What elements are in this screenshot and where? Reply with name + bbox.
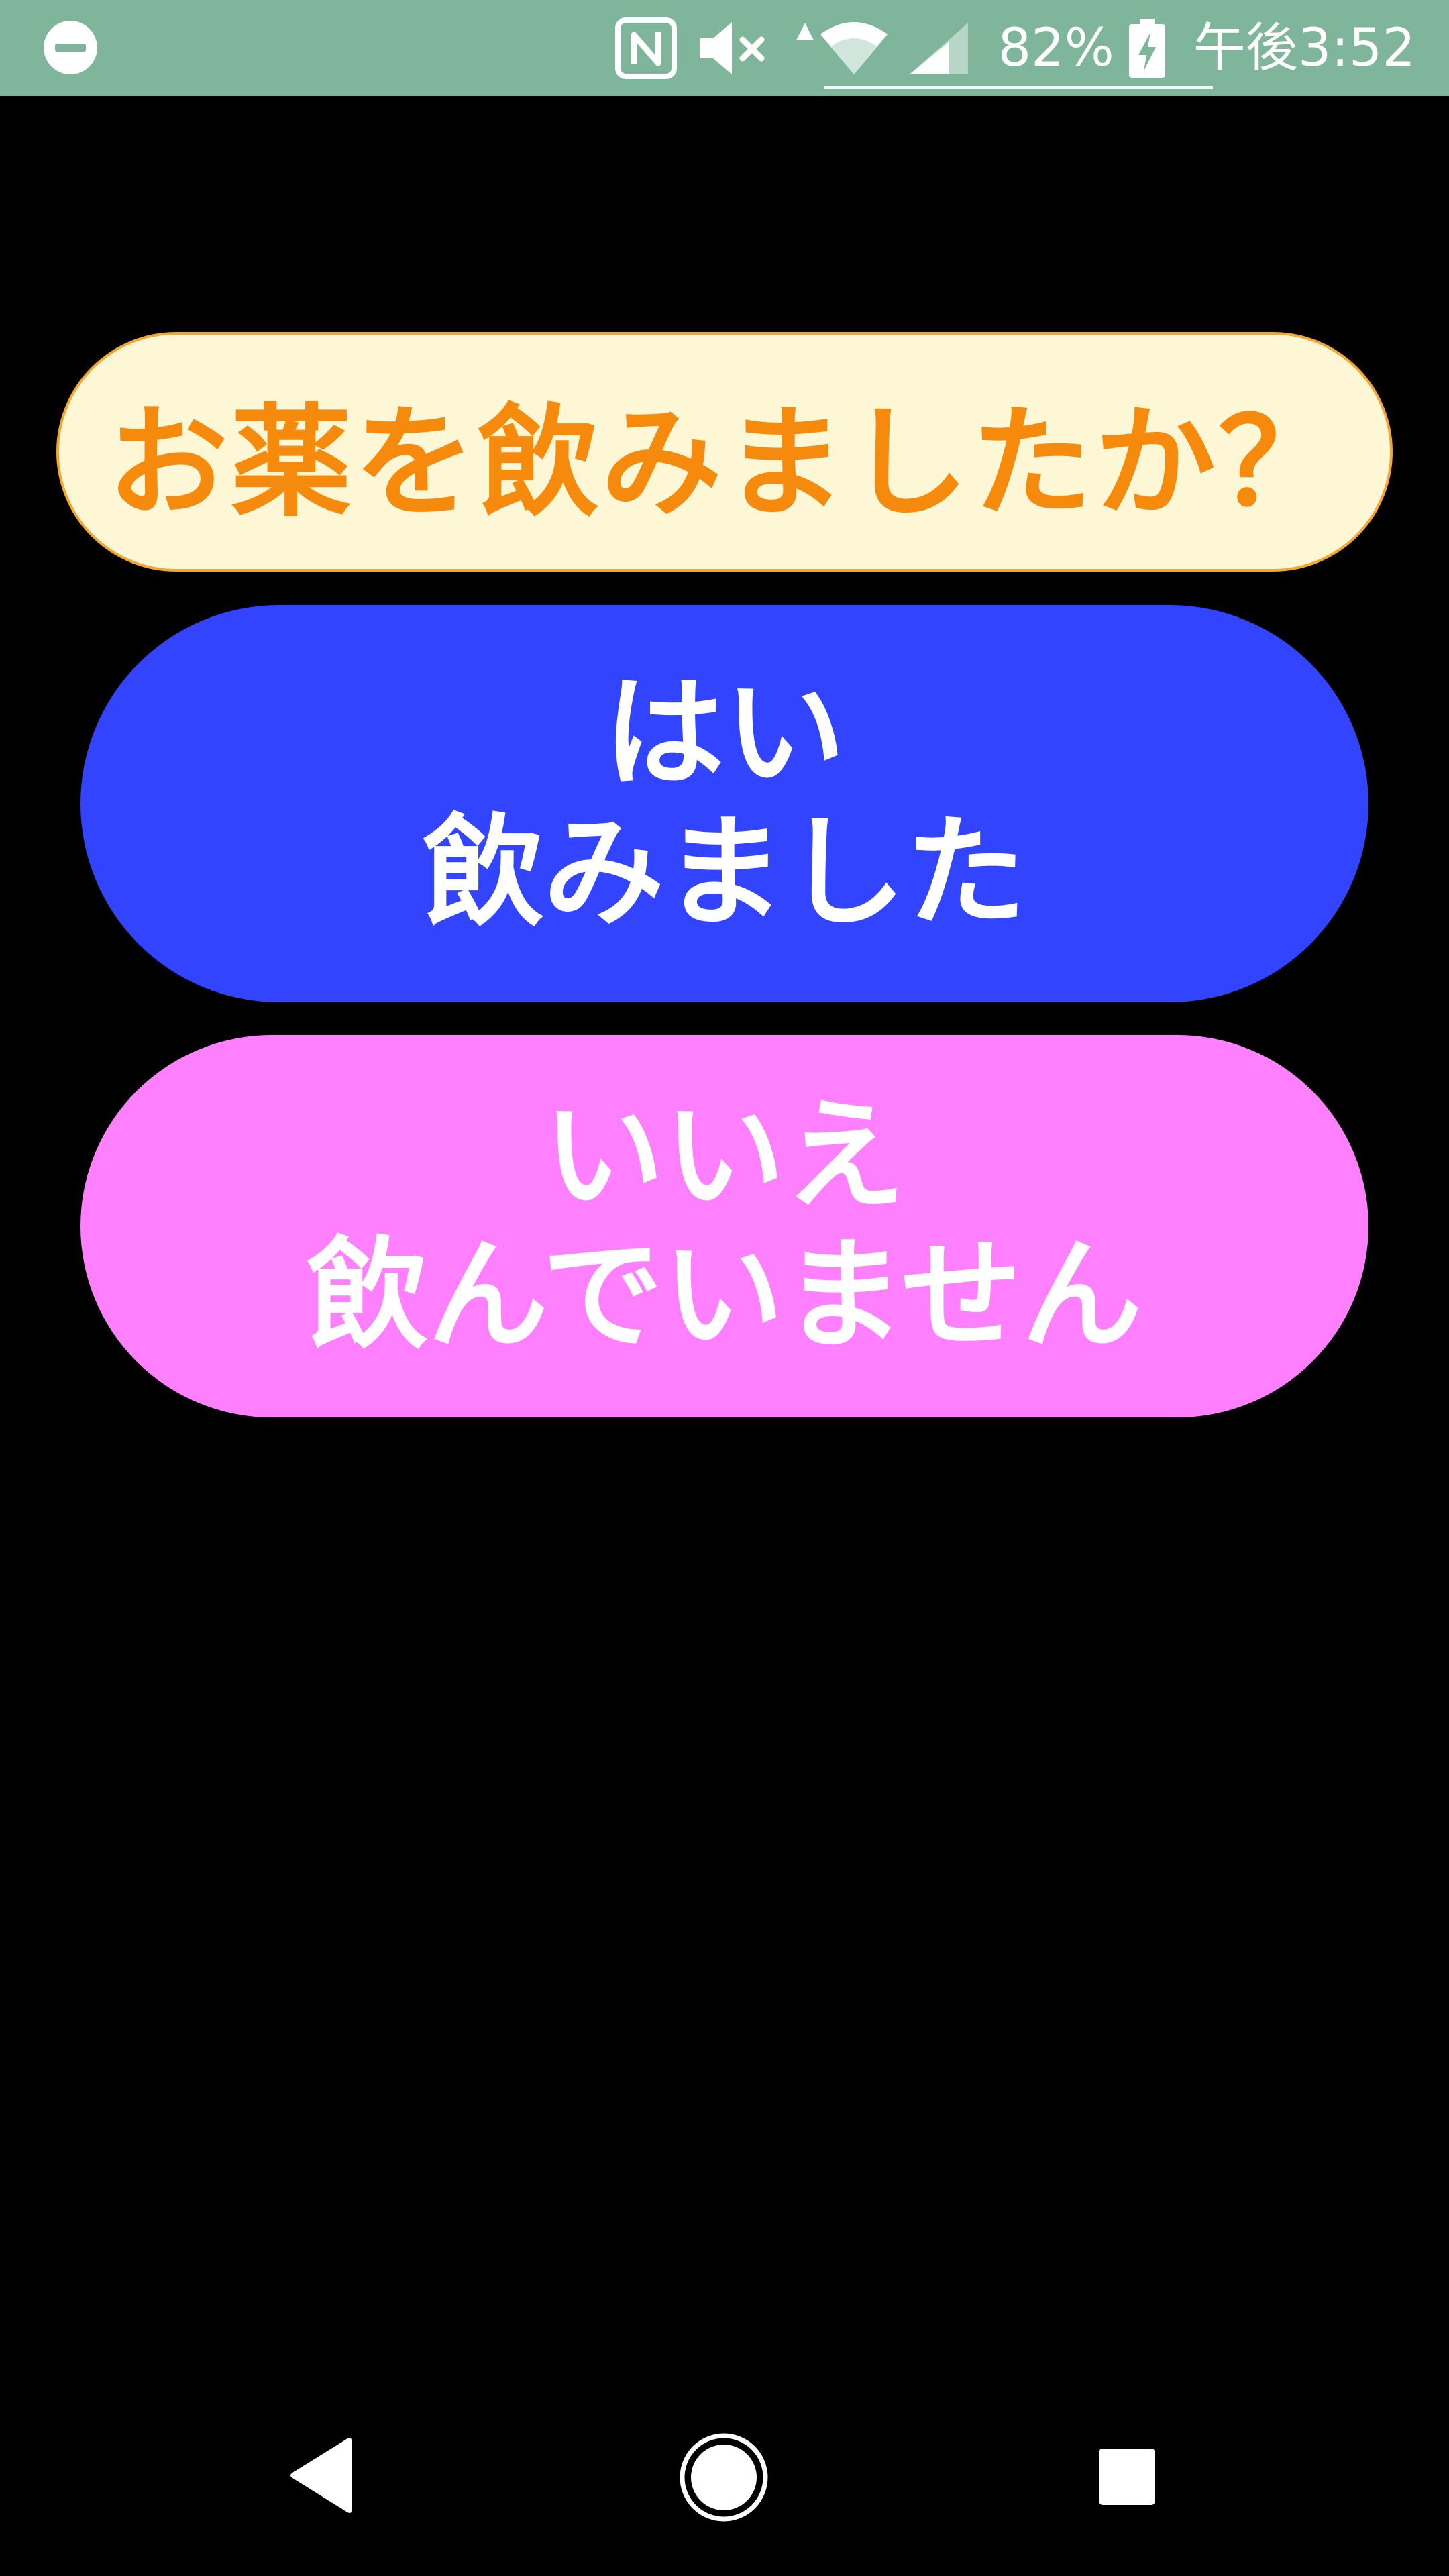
- clock: 午後3:52: [1193, 17, 1415, 78]
- yes-label-line1: はい: [603, 663, 845, 804]
- app-screen: 82% 午後3:52 お薬を飲みましたか？ はい 飲みました いいえ 飲んでいま…: [0, 0, 1449, 2576]
- status-icons: 82% 午後3:52: [595, 0, 1415, 96]
- no-label-line2: 飲んでいません: [307, 1226, 1142, 1366]
- status-bar: 82% 午後3:52: [0, 0, 1449, 96]
- yes-button[interactable]: はい 飲みました: [80, 605, 1368, 1002]
- status-underline: [824, 86, 1213, 89]
- back-icon[interactable]: [287, 2435, 357, 2516]
- recents-icon[interactable]: [1097, 2447, 1157, 2506]
- dnd-icon: [44, 21, 97, 74]
- battery-charging-icon: [1128, 18, 1165, 78]
- wifi-icon: [820, 21, 888, 74]
- battery-percent: 82%: [998, 17, 1114, 78]
- navigation-bar: [0, 2402, 1449, 2576]
- question-banner: お薬を飲みましたか？: [56, 332, 1393, 572]
- no-label-line1: いいえ: [543, 1086, 906, 1226]
- nfc-icon: [615, 17, 678, 79]
- home-icon[interactable]: [679, 2432, 769, 2522]
- question-text: お薬を飲みましたか？: [107, 393, 1342, 533]
- yes-label-line2: 飲みました: [422, 803, 1026, 943]
- no-button[interactable]: いいえ 飲んでいません: [80, 1035, 1368, 1417]
- data-up-icon: [796, 23, 814, 40]
- signal-icon: [910, 22, 969, 74]
- mute-icon: [700, 21, 765, 74]
